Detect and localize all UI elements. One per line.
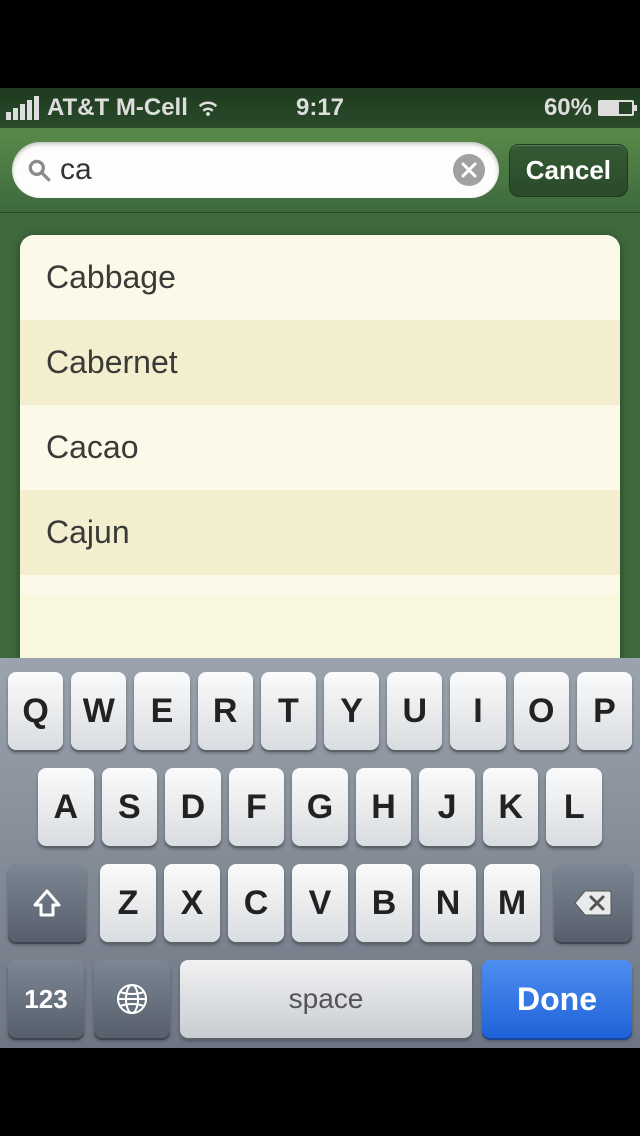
search-box[interactable]	[12, 142, 499, 198]
status-time: 9:17	[296, 94, 344, 122]
letterbox-top	[0, 0, 640, 88]
search-icon	[26, 157, 52, 183]
key-x[interactable]: X	[164, 864, 220, 942]
wifi-icon	[196, 96, 220, 120]
done-key[interactable]: Done	[482, 960, 632, 1038]
globe-key[interactable]	[94, 960, 170, 1038]
signal-bars-icon	[6, 96, 39, 120]
result-item[interactable]: Cajun	[20, 490, 620, 575]
key-h[interactable]: H	[356, 768, 412, 846]
key-l[interactable]: L	[546, 768, 602, 846]
key-y[interactable]: Y	[324, 672, 379, 750]
numbers-key[interactable]: 123	[8, 960, 84, 1038]
keyboard-row-4: 123 space Done	[4, 960, 636, 1038]
space-key[interactable]: space	[180, 960, 472, 1038]
key-m[interactable]: M	[484, 864, 540, 942]
key-b[interactable]: B	[356, 864, 412, 942]
result-item[interactable]: Cabernet	[20, 320, 620, 405]
key-e[interactable]: E	[134, 672, 189, 750]
status-right: 60%	[544, 94, 634, 122]
results-list: CabbageCabernetCacaoCajun	[20, 235, 620, 658]
result-item[interactable]: Cacao	[20, 405, 620, 490]
key-z[interactable]: Z	[100, 864, 156, 942]
results-container: CabbageCabernetCacaoCajun	[0, 213, 640, 658]
letterbox-bottom	[0, 1048, 640, 1136]
key-d[interactable]: D	[165, 768, 221, 846]
globe-icon	[115, 982, 149, 1016]
key-f[interactable]: F	[229, 768, 285, 846]
battery-icon	[598, 100, 634, 116]
shift-icon	[31, 887, 63, 919]
key-r[interactable]: R	[198, 672, 253, 750]
battery-percent-label: 60%	[544, 94, 592, 122]
carrier-label: AT&T M-Cell	[47, 94, 188, 122]
key-w[interactable]: W	[71, 672, 126, 750]
key-q[interactable]: Q	[8, 672, 63, 750]
key-c[interactable]: C	[228, 864, 284, 942]
keyboard-row-1: QWERTYUIOP	[4, 672, 636, 750]
shift-key[interactable]	[8, 864, 86, 942]
backspace-icon	[573, 888, 613, 918]
cancel-button[interactable]: Cancel	[509, 144, 628, 197]
key-n[interactable]: N	[420, 864, 476, 942]
keyboard: QWERTYUIOP ASDFGHJKL ZXCVBNM 123	[0, 658, 640, 1048]
status-left: AT&T M-Cell	[6, 94, 220, 122]
key-u[interactable]: U	[387, 672, 442, 750]
search-header: Cancel	[0, 128, 640, 213]
status-bar: AT&T M-Cell 9:17 60%	[0, 88, 640, 128]
key-a[interactable]: A	[38, 768, 94, 846]
clear-search-button[interactable]	[453, 154, 485, 186]
backspace-key[interactable]	[554, 864, 632, 942]
key-s[interactable]: S	[102, 768, 158, 846]
search-input[interactable]	[60, 153, 453, 187]
key-v[interactable]: V	[292, 864, 348, 942]
key-g[interactable]: G	[292, 768, 348, 846]
key-o[interactable]: O	[514, 672, 569, 750]
key-j[interactable]: J	[419, 768, 475, 846]
key-k[interactable]: K	[483, 768, 539, 846]
key-t[interactable]: T	[261, 672, 316, 750]
result-item[interactable]: Cabbage	[20, 235, 620, 320]
result-item	[20, 575, 620, 595]
keyboard-row-2: ASDFGHJKL	[4, 768, 636, 846]
key-i[interactable]: I	[450, 672, 505, 750]
app-screen: AT&T M-Cell 9:17 60% Cancel CabbageCab	[0, 88, 640, 1048]
key-p[interactable]: P	[577, 672, 632, 750]
keyboard-row-3: ZXCVBNM	[4, 864, 636, 942]
